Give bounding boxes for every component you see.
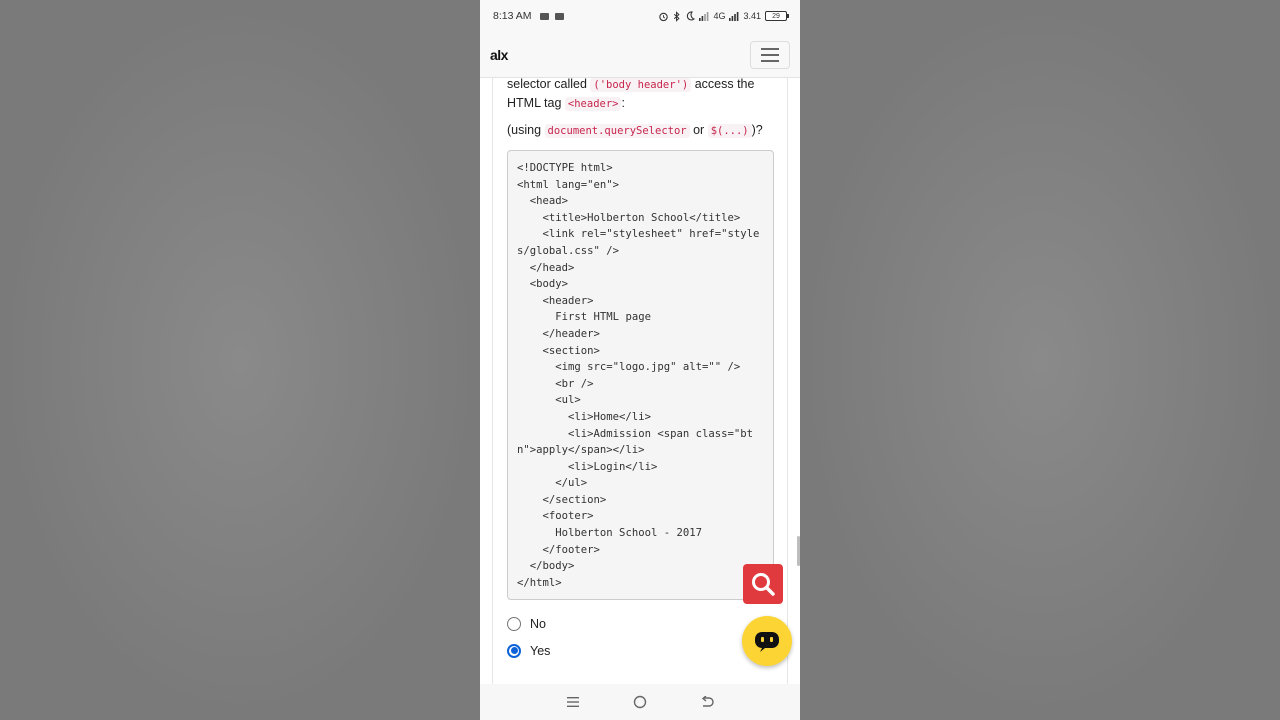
radio-no[interactable] [507, 616, 521, 631]
question-text-line1: selector called ('body header') access t… [507, 78, 773, 113]
bluetooth-icon [674, 10, 681, 22]
home-circle-icon [633, 695, 647, 709]
hamburger-line [761, 53, 779, 56]
hamburger-line [761, 59, 779, 62]
battery-level: 29 [772, 12, 780, 20]
search-icon [752, 573, 775, 596]
battery-icon: 29 [765, 11, 789, 21]
radio-yes[interactable] [507, 643, 521, 658]
network-speed: 3.41 [743, 11, 761, 21]
message-icon [554, 12, 564, 20]
answer-option-yes[interactable]: Yes [507, 637, 773, 664]
back-icon [701, 696, 714, 707]
signal-icon-2 [729, 11, 739, 21]
menu-toggle-button[interactable] [750, 40, 790, 69]
background-left [0, 0, 480, 720]
html-code-block: <!DOCTYPE html> <html lang="en"> <head> … [507, 150, 774, 600]
network-type: 4G [713, 11, 726, 21]
chat-bot-icon [755, 632, 779, 652]
menu-icon [567, 697, 580, 707]
system-navigation-bar [480, 684, 800, 720]
answer-option-no[interactable]: No [507, 610, 773, 637]
question-text: : [621, 96, 625, 110]
alarm-icon [659, 12, 669, 21]
moon-icon [687, 11, 696, 21]
phone-screen: 8:13 AM 4G 3.41 29 alx selector called (… [480, 0, 800, 720]
answer-options: No Yes [507, 610, 773, 664]
status-time: 8:13 AM [493, 10, 532, 22]
site-navbar: alx [480, 32, 800, 78]
inline-code: $(...) [707, 124, 752, 138]
status-icons: 4G 3.41 29 [658, 10, 789, 22]
alx-logo[interactable]: alx [490, 47, 508, 63]
answer-label: Yes [530, 643, 551, 658]
question-text-line2: (using document.querySelector or $(...))… [507, 121, 773, 140]
inline-code: document.querySelector [544, 124, 690, 138]
menu-nav-button[interactable] [561, 690, 585, 714]
signal-icon [699, 11, 709, 21]
question-text: or [693, 123, 705, 137]
inline-code: <header> [564, 97, 622, 111]
home-nav-button[interactable] [628, 690, 652, 714]
search-button[interactable] [743, 564, 783, 604]
question-text: (using [507, 123, 542, 137]
video-call-icon [539, 12, 549, 20]
status-bar: 8:13 AM 4G 3.41 29 [480, 0, 800, 32]
background-right [800, 0, 1280, 720]
logo-text: alx [490, 46, 508, 63]
question-text: selector called [507, 78, 587, 91]
hamburger-icon [761, 47, 779, 50]
scrollbar[interactable] [797, 536, 800, 566]
chat-bot-button[interactable] [742, 616, 792, 666]
inline-code: ('body header') [590, 78, 692, 92]
answer-label: No [530, 616, 546, 631]
back-nav-button[interactable] [695, 690, 719, 714]
question-text: )? [751, 123, 763, 137]
